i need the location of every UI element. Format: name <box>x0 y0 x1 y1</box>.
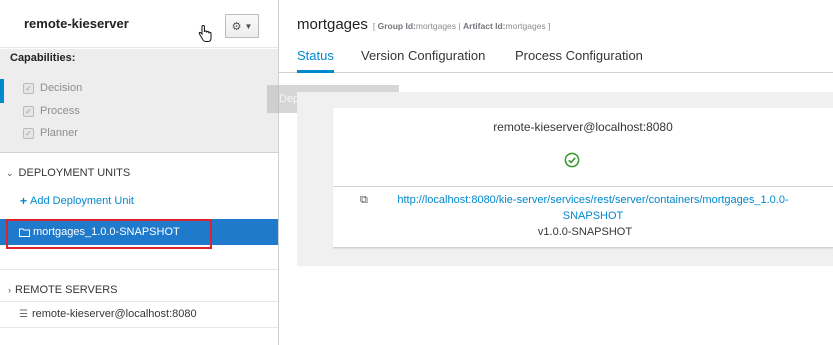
active-tab-indicator <box>297 70 334 73</box>
capability-process: ✓ Process <box>23 105 80 117</box>
checkbox-checked-icon: ✓ <box>23 127 34 139</box>
server-icon: ☰ <box>19 308 28 320</box>
url-line-1: http://localhost:8080/kie-server/service… <box>397 194 789 206</box>
settings-dropdown-button[interactable]: ⚙ ▼ <box>225 14 259 38</box>
card-server-name: remote-kieserver@localhost:8080 <box>493 120 673 134</box>
container-detail-panel: mortgages [ Group Id:mortgages | Artifac… <box>267 0 833 345</box>
capability-planner: ✓ Planner <box>23 127 78 139</box>
chevron-right-icon: › <box>8 285 11 295</box>
artifact-id-label: Artifact Id: <box>463 21 506 31</box>
group-id-label: Group Id: <box>377 21 416 31</box>
capability-label: Decision <box>40 82 83 94</box>
bracket-close: ] <box>548 21 551 31</box>
container-url-link[interactable]: http://localhost:8080/kie-server/service… <box>383 192 803 224</box>
deployment-units-header[interactable]: ⌄ DEPLOYMENT UNITS <box>6 167 130 179</box>
url-line-2: SNAPSHOT <box>562 210 624 222</box>
check-circle-icon <box>564 152 580 168</box>
hand-cursor-icon <box>198 25 212 42</box>
checkbox-checked-icon: ✓ <box>23 105 34 117</box>
tab-status[interactable]: Status <box>297 48 334 63</box>
remote-server-label: remote-kieserver@localhost:8080 <box>31 308 197 320</box>
meta-separator: | <box>458 21 461 31</box>
deployment-unit-item[interactable]: mortgages_1.0.0-SNAPSHOT <box>0 219 278 245</box>
plus-icon: + <box>20 194 28 208</box>
tab-version-configuration[interactable]: Version Configuration <box>361 48 485 63</box>
container-name: mortgages <box>297 16 368 33</box>
add-deployment-unit-label: Add Deployment Unit <box>30 195 134 207</box>
remote-servers-title: REMOTE SERVERS <box>15 284 118 296</box>
group-id-value: mortgages <box>415 21 457 31</box>
deployment-unit-label: mortgages_1.0.0-SNAPSHOT <box>33 226 180 238</box>
divider <box>0 269 278 270</box>
container-heading: mortgages [ Group Id:mortgages | Artifac… <box>297 16 550 33</box>
checkbox-checked-icon: ✓ <box>23 82 34 94</box>
divider <box>0 327 278 328</box>
capability-decision: ✓ Decision <box>23 82 82 94</box>
chevron-down-icon: ⌄ <box>6 167 14 178</box>
tab-bar: Deploy Unit Status Version Configuration… <box>267 42 833 113</box>
server-header: remote-kieserver ⚙ ▼ <box>0 0 278 48</box>
capability-label: Process <box>40 105 80 117</box>
card-divider <box>333 186 833 187</box>
remote-servers-header[interactable]: › REMOTE SERVERS <box>8 284 118 296</box>
container-version: v1.0.0-SNAPSHOT <box>537 226 633 238</box>
caret-down-icon: ▼ <box>244 21 253 31</box>
status-area: remote-kieserver@localhost:8080 ⧉ http:/… <box>297 92 833 266</box>
bracket-open: [ <box>372 21 376 31</box>
deployment-units-title: DEPLOYMENT UNITS <box>18 167 131 179</box>
active-indicator <box>0 79 4 103</box>
capability-label: Planner <box>40 127 78 139</box>
server-sidebar: remote-kieserver ⚙ ▼ Capabilities: ✓ Dec… <box>0 0 279 345</box>
add-deployment-unit-link[interactable]: + Add Deployment Unit <box>20 194 134 208</box>
copy-icon[interactable]: ⧉ <box>360 194 368 207</box>
remote-server-item[interactable]: ☰ remote-kieserver@localhost:8080 <box>19 308 197 320</box>
tab-process-configuration[interactable]: Process Configuration <box>515 48 643 63</box>
divider <box>0 301 278 302</box>
capabilities-panel: Capabilities: ✓ Decision ✓ Process ✓ Pla… <box>0 49 278 153</box>
artifact-id-value: mortgages <box>505 21 546 31</box>
server-status-card: remote-kieserver@localhost:8080 ⧉ http:/… <box>333 108 833 248</box>
capabilities-title: Capabilities: <box>10 52 76 64</box>
server-title: remote-kieserver <box>24 16 129 31</box>
gear-icon: ⚙ <box>231 20 242 33</box>
folder-icon <box>19 228 30 237</box>
container-meta: [ Group Id:mortgages | Artifact Id:mortg… <box>373 21 551 31</box>
